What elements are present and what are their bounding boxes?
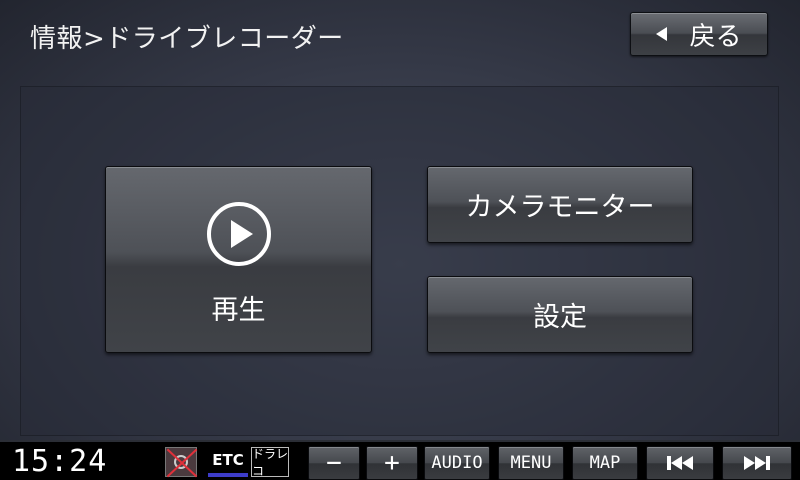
triangle-left-icon <box>656 27 668 41</box>
skip-previous-icon <box>667 456 693 470</box>
map-button[interactable]: MAP <box>572 446 638 480</box>
play-circle-icon <box>206 202 271 266</box>
etc-indicator: ETC <box>208 447 248 477</box>
back-button[interactable]: 戻る <box>630 12 768 56</box>
drive-recorder-screen: 情報>ドライブレコーダー 戻る 再生 カメラモニター 設定 15:24 ETC … <box>0 0 800 480</box>
menu-button[interactable]: MENU <box>498 446 564 480</box>
drive-recorder-indicator: ドラレコ <box>251 447 289 478</box>
previous-track-button[interactable] <box>646 446 714 480</box>
page-title: 情報>ドライブレコーダー <box>30 24 344 54</box>
volume-up-button[interactable]: + <box>366 446 418 480</box>
clock: 15:24 <box>12 444 108 479</box>
audio-button[interactable]: AUDIO <box>424 446 490 480</box>
camera-monitor-button[interactable]: カメラモニター <box>427 166 693 243</box>
settings-label: 設定 <box>533 302 587 333</box>
settings-button[interactable]: 設定 <box>427 276 693 353</box>
camera-monitor-label: カメラモニター <box>465 192 655 223</box>
volume-down-button[interactable]: − <box>308 446 360 480</box>
play-button[interactable]: 再生 <box>105 166 372 353</box>
next-track-button[interactable] <box>722 446 792 480</box>
skip-next-icon <box>744 456 770 470</box>
status-bar: 15:24 ETC ドラレコ − + AUDIO MENU MAP <box>0 440 800 480</box>
play-button-label: 再生 <box>211 295 266 326</box>
back-button-label: 戻る <box>689 21 742 52</box>
camera-disabled-icon <box>165 447 198 478</box>
